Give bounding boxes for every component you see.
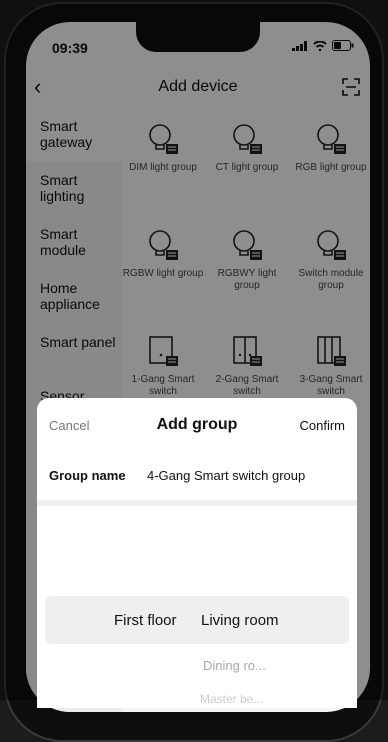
picker-selection-band — [45, 596, 349, 644]
room-picker-selected[interactable]: Living room — [201, 612, 279, 629]
confirm-button[interactable]: Confirm — [299, 418, 345, 433]
group-name-input[interactable] — [147, 468, 347, 483]
room-picker-option[interactable]: Dining ro... — [203, 658, 266, 673]
divider — [37, 500, 357, 506]
room-picker-option[interactable]: Master be... — [200, 692, 263, 706]
floor-picker-selected[interactable]: First floor — [114, 612, 177, 629]
group-name-label: Group name — [49, 468, 126, 483]
add-group-sheet: Cancel Add group Confirm Group name Firs… — [37, 398, 357, 708]
